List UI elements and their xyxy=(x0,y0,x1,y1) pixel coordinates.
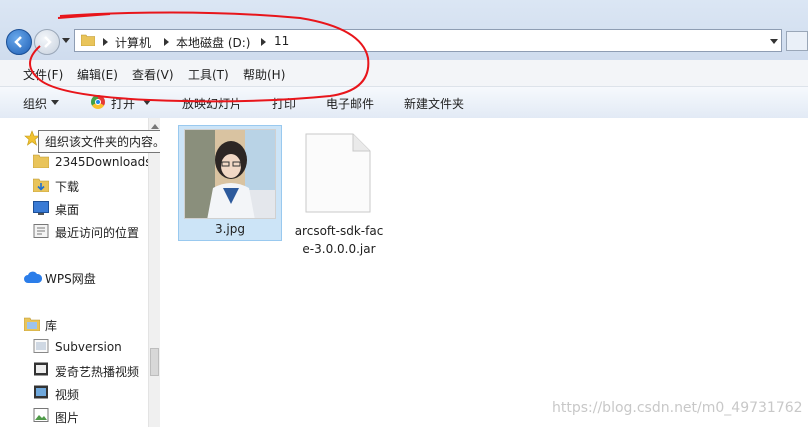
scrollbar-thumb[interactable] xyxy=(150,348,159,376)
address-history-dropdown-icon[interactable] xyxy=(770,39,778,44)
nav-item-subversion[interactable]: Subversion xyxy=(55,340,122,354)
forward-button[interactable] xyxy=(34,29,60,55)
menu-bar: 文件(F) 编辑(E) 查看(V) 工具(T) 帮助(H) xyxy=(0,60,808,87)
email-button[interactable]: 电子邮件 xyxy=(326,95,374,112)
recent-places-icon xyxy=(33,224,49,238)
photo-thumbnail-icon xyxy=(185,130,275,218)
chrome-icon xyxy=(91,95,105,109)
open-dropdown-icon[interactable] xyxy=(143,100,151,105)
desktop-icon xyxy=(33,201,49,215)
folder-icon xyxy=(81,34,95,46)
subversion-icon xyxy=(33,339,49,353)
address-box[interactable]: 计算机 本地磁盘 (D:) 11 xyxy=(74,29,782,52)
menu-help[interactable]: 帮助(H) xyxy=(243,66,285,83)
menu-file[interactable]: 文件(F) xyxy=(23,66,63,83)
forward-arrow-icon xyxy=(44,36,52,48)
address-bar-area: 计算机 本地磁盘 (D:) 11 xyxy=(0,0,808,60)
image-thumbnail[interactable] xyxy=(184,129,276,219)
folder-icon xyxy=(33,154,49,168)
nav-item-pictures[interactable]: 图片 xyxy=(55,409,79,426)
breadcrumb-drive-d[interactable]: 本地磁盘 (D:) xyxy=(176,34,250,51)
organize-dropdown-icon[interactable] xyxy=(51,100,59,105)
back-arrow-icon xyxy=(14,36,22,48)
organize-button[interactable]: 组织 xyxy=(23,95,47,112)
menu-tools[interactable]: 工具(T) xyxy=(188,66,229,83)
navigation-pane: 2345Downloads 下载 桌面 最近访问的位置 WPS网盘 库 Subv… xyxy=(0,118,151,427)
pictures-icon xyxy=(33,408,49,422)
nav-item-2345downloads[interactable]: 2345Downloads xyxy=(55,155,151,169)
nav-item-recent-places[interactable]: 最近访问的位置 xyxy=(55,224,139,241)
file-name-line2: e-3.0.0.0.jar xyxy=(302,242,376,256)
breadcrumb-separator-icon[interactable] xyxy=(164,38,169,46)
back-button[interactable] xyxy=(6,29,32,55)
videos-icon xyxy=(34,385,48,399)
nav-item-iqiyi-videos[interactable]: 爱奇艺热播视频 xyxy=(55,363,139,380)
nav-item-libraries[interactable]: 库 xyxy=(45,317,57,334)
video-library-icon xyxy=(34,362,48,376)
nav-item-wps-cloud[interactable]: WPS网盘 xyxy=(45,270,96,287)
breadcrumb-computer[interactable]: 计算机 xyxy=(115,34,151,51)
file-name-3jpg[interactable]: 3.jpg xyxy=(178,222,282,236)
nav-item-desktop[interactable]: 桌面 xyxy=(55,201,79,218)
command-toolbar: 组织 打开 放映幻灯片 打印 电子邮件 新建文件夹 xyxy=(0,87,808,119)
downloads-folder-icon xyxy=(33,178,49,192)
file-name-arcsoft-jar[interactable]: arcsoft-sdk-fac e-3.0.0.0.jar xyxy=(292,222,386,258)
blank-file-icon[interactable] xyxy=(305,133,371,213)
breadcrumb-separator-icon[interactable] xyxy=(261,38,266,46)
watermark-text: https://blog.csdn.net/m0_49731762 xyxy=(552,400,803,416)
library-icon xyxy=(24,317,40,331)
scroll-up-icon[interactable] xyxy=(151,124,159,129)
nav-item-videos[interactable]: 视频 xyxy=(55,386,79,403)
new-folder-button[interactable]: 新建文件夹 xyxy=(404,95,464,112)
refresh-button[interactable] xyxy=(786,31,808,51)
tooltip: 组织该文件夹的内容。 xyxy=(38,130,173,153)
print-button[interactable]: 打印 xyxy=(272,95,296,112)
wps-cloud-icon xyxy=(24,271,42,283)
slideshow-button[interactable]: 放映幻灯片 xyxy=(182,95,242,112)
menu-view[interactable]: 查看(V) xyxy=(132,66,174,83)
nav-item-downloads[interactable]: 下载 xyxy=(55,178,79,195)
file-name-line1: arcsoft-sdk-fac xyxy=(294,224,384,238)
breadcrumb-folder-11[interactable]: 11 xyxy=(274,34,289,48)
recent-pages-dropdown-icon[interactable] xyxy=(62,38,70,43)
open-button[interactable]: 打开 xyxy=(111,95,135,112)
menu-edit[interactable]: 编辑(E) xyxy=(77,66,118,83)
breadcrumb-separator-icon[interactable] xyxy=(103,38,108,46)
